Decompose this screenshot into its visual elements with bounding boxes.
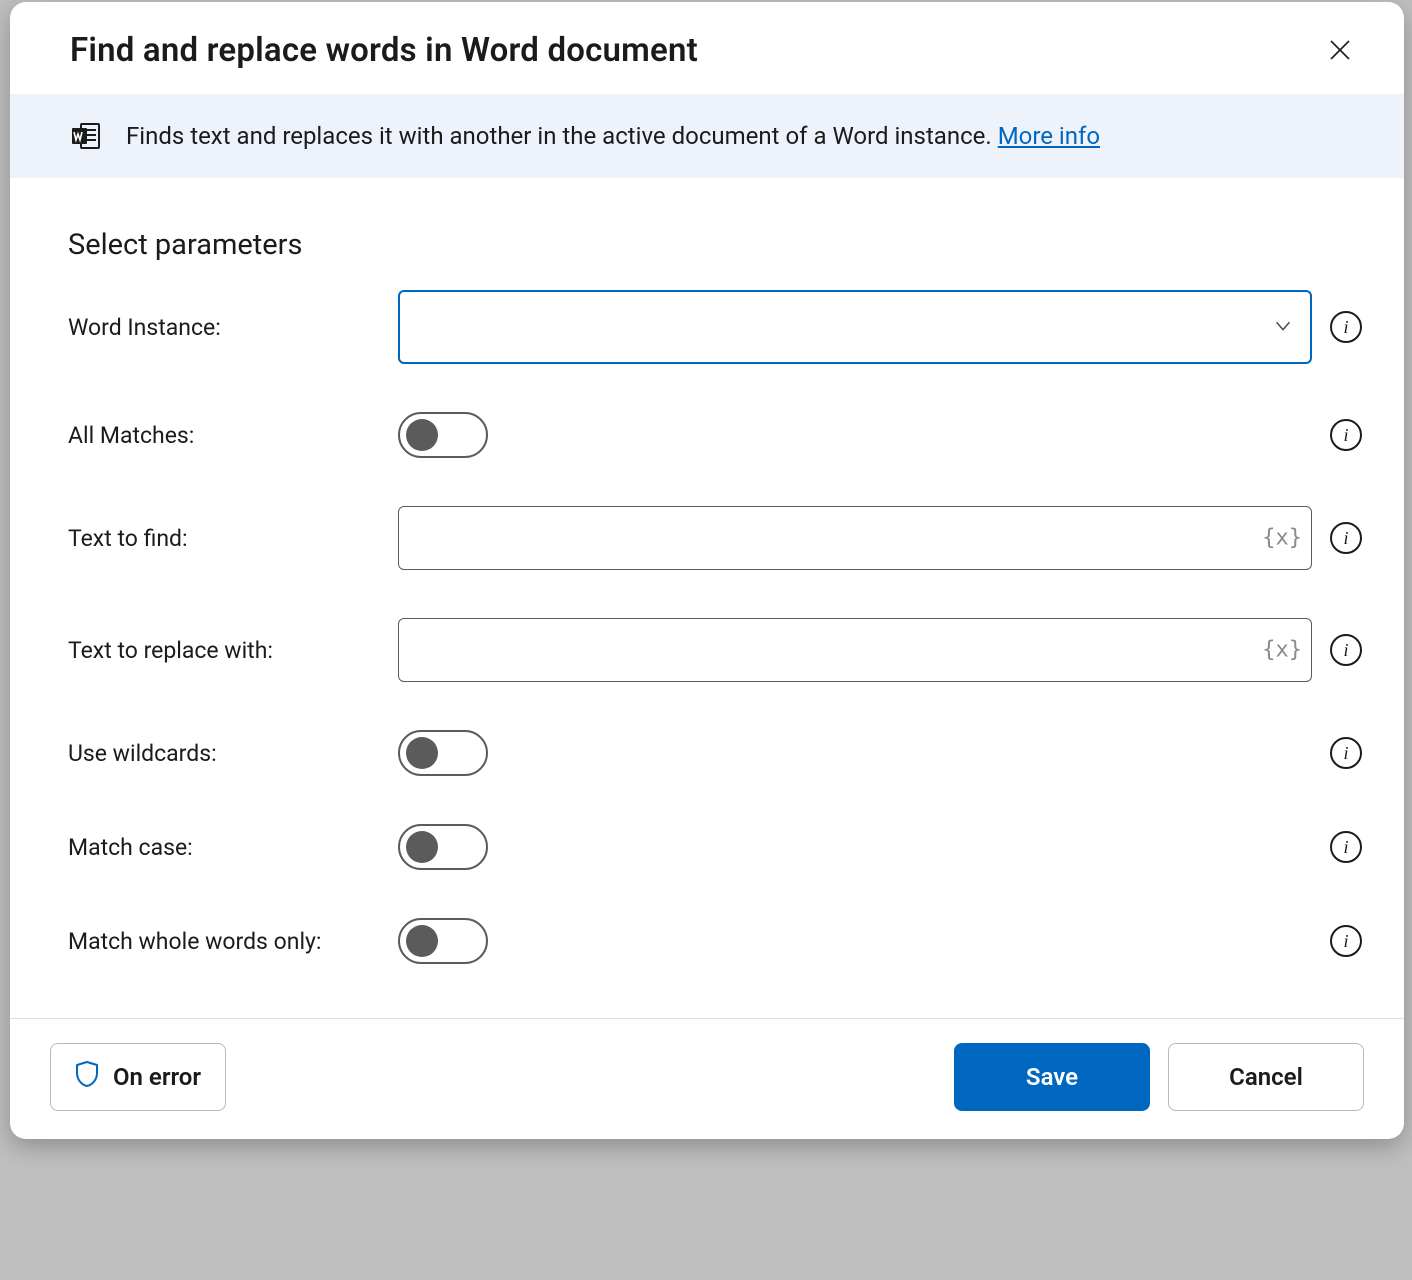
word-instance-label: Word Instance: — [68, 314, 398, 341]
section-title: Select parameters — [68, 228, 1362, 262]
toggle-knob — [406, 925, 438, 957]
banner-text: Finds text and replaces it with another … — [126, 122, 1100, 150]
cancel-button[interactable]: Cancel — [1168, 1043, 1364, 1111]
text-to-replace-label: Text to replace with: — [68, 637, 398, 664]
match-whole-words-label: Match whole words only: — [68, 928, 398, 955]
dialog: Find and replace words in Word document … — [10, 2, 1404, 1139]
footer-actions: Save Cancel — [954, 1043, 1364, 1111]
word-instance-input[interactable] — [398, 290, 1312, 364]
toggle-knob — [406, 737, 438, 769]
param-grid: Word Instance: i All Matches: i Text to … — [68, 290, 1362, 998]
info-icon[interactable]: i — [1330, 831, 1362, 863]
toggle-knob — [406, 419, 438, 451]
info-icon[interactable]: i — [1330, 311, 1362, 343]
match-whole-words-toggle[interactable] — [398, 918, 488, 964]
shield-icon — [75, 1060, 99, 1094]
dialog-title: Find and replace words in Word document — [70, 31, 698, 70]
on-error-label: On error — [113, 1063, 201, 1091]
all-matches-label: All Matches: — [68, 422, 398, 449]
text-to-find-input[interactable] — [398, 506, 1312, 570]
close-icon — [1328, 38, 1352, 62]
info-icon[interactable]: i — [1330, 419, 1362, 451]
info-icon[interactable]: i — [1330, 522, 1362, 554]
info-icon[interactable]: i — [1330, 737, 1362, 769]
save-button[interactable]: Save — [954, 1043, 1150, 1111]
variable-icon[interactable]: {x} — [1262, 526, 1302, 551]
info-icon[interactable]: i — [1330, 925, 1362, 957]
word-instance-select[interactable] — [398, 290, 1312, 364]
toggle-knob — [406, 831, 438, 863]
word-icon — [70, 120, 102, 152]
use-wildcards-label: Use wildcards: — [68, 740, 398, 767]
dialog-footer: On error Save Cancel — [10, 1018, 1404, 1139]
text-to-replace-input[interactable] — [398, 618, 1312, 682]
info-banner: Finds text and replaces it with another … — [10, 94, 1404, 178]
dialog-body: Select parameters Word Instance: i All M… — [10, 178, 1404, 1018]
match-case-toggle[interactable] — [398, 824, 488, 870]
use-wildcards-toggle[interactable] — [398, 730, 488, 776]
variable-icon[interactable]: {x} — [1262, 638, 1302, 663]
on-error-button[interactable]: On error — [50, 1043, 226, 1111]
info-icon[interactable]: i — [1330, 634, 1362, 666]
close-button[interactable] — [1320, 30, 1360, 70]
more-info-link[interactable]: More info — [998, 122, 1100, 150]
dialog-header: Find and replace words in Word document — [10, 2, 1404, 94]
match-case-label: Match case: — [68, 834, 398, 861]
text-to-find-label: Text to find: — [68, 525, 398, 552]
all-matches-toggle[interactable] — [398, 412, 488, 458]
